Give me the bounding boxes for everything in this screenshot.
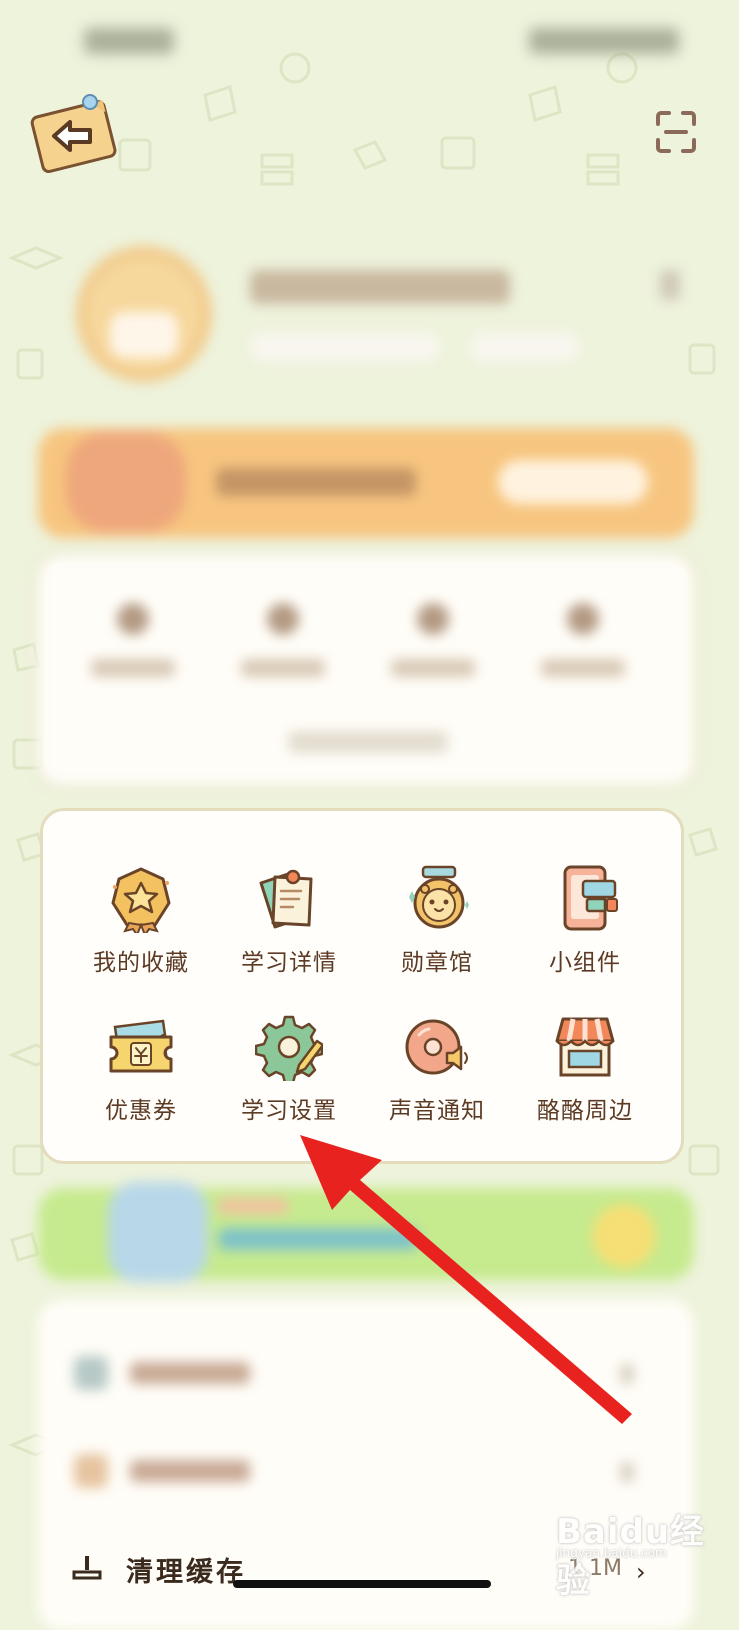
status-indicators-blurred <box>529 28 679 54</box>
banner-button-blurred[interactable] <box>498 460 648 504</box>
grid-item-label: 声音通知 <box>389 1098 485 1124</box>
medal-hamster-icon <box>409 865 469 929</box>
banner-tag-blurred <box>218 1198 288 1214</box>
grid-item-study-details[interactable]: 学习详情 <box>215 853 363 993</box>
chevron-right-icon <box>660 270 680 300</box>
status-bar <box>0 24 739 64</box>
stat-item-blurred[interactable] <box>91 603 175 677</box>
banner-coin-image <box>592 1204 656 1268</box>
baidu-watermark: Baidu经验 jingyan.baidu.com <box>556 1496 726 1601</box>
profile-tag-blurred <box>470 332 580 362</box>
widget-tablet-icon <box>563 865 618 931</box>
grid-item-medal-hall[interactable]: 勋章馆 <box>363 853 511 993</box>
grid-item-sound-notifications[interactable]: 声音通知 <box>363 1001 511 1141</box>
status-time-blurred <box>84 28 174 54</box>
scan-icon <box>656 111 696 153</box>
banner-character-image <box>66 432 186 532</box>
grid-item-label: 小组件 <box>549 950 621 976</box>
speaker-disc-icon <box>405 1019 468 1075</box>
promo-banner-blurred[interactable] <box>38 1182 694 1282</box>
grid-item-label: 优惠券 <box>105 1098 177 1124</box>
grid-item-favorites[interactable]: 我的收藏 <box>67 853 215 993</box>
star-badge-icon <box>111 867 171 933</box>
clear-cache-label: 清理缓存 <box>126 1557 246 1588</box>
grid-item-widgets[interactable]: 小组件 <box>511 853 659 993</box>
username-blurred <box>250 270 510 304</box>
list-item-blurred[interactable] <box>74 1348 644 1398</box>
stat-item-blurred[interactable] <box>541 603 625 677</box>
grid-item-study-settings[interactable]: 学习设置 <box>215 1001 363 1141</box>
membership-banner-blurred[interactable] <box>38 428 694 538</box>
avatar <box>76 246 212 382</box>
grid-item-label: 酪酪周边 <box>537 1098 633 1124</box>
home-indicator[interactable] <box>233 1580 491 1588</box>
watermark-url: jingyan.baidu.com <box>556 1546 667 1560</box>
coupon-ticket-icon <box>109 1019 173 1073</box>
broom-icon <box>72 1556 102 1580</box>
banner-text-blurred <box>216 468 416 496</box>
grid-item-label: 我的收藏 <box>93 950 189 976</box>
feature-grid-card: 我的收藏 学习详情 勋章馆 小组件 优惠券 学习设置 声音通知 酪酪周边 <box>40 808 684 1164</box>
gear-pencil-icon <box>255 1015 323 1081</box>
grid-item-merchandise[interactable]: 酪酪周边 <box>511 1001 659 1141</box>
shop-awning-icon <box>555 1017 615 1077</box>
banner-text-blurred <box>218 1228 418 1250</box>
stats-footer-blurred[interactable] <box>288 731 448 753</box>
stats-card-blurred <box>38 555 694 785</box>
scan-button[interactable] <box>654 110 698 154</box>
grid-item-coupons[interactable]: 优惠券 <box>67 1001 215 1141</box>
grid-item-label: 勋章馆 <box>401 950 473 976</box>
list-item-blurred[interactable] <box>74 1446 644 1496</box>
grid-item-label: 学习详情 <box>241 950 337 976</box>
grid-item-label: 学习设置 <box>241 1098 337 1124</box>
stat-item-blurred[interactable] <box>391 603 475 677</box>
profile-tag-blurred <box>250 332 440 362</box>
profile-section-blurred[interactable] <box>60 240 720 390</box>
memo-note-icon <box>259 869 313 929</box>
back-arrow-icon <box>30 94 117 174</box>
back-button[interactable] <box>28 92 124 176</box>
stat-item-blurred[interactable] <box>241 603 325 677</box>
banner-character-image <box>108 1182 208 1282</box>
